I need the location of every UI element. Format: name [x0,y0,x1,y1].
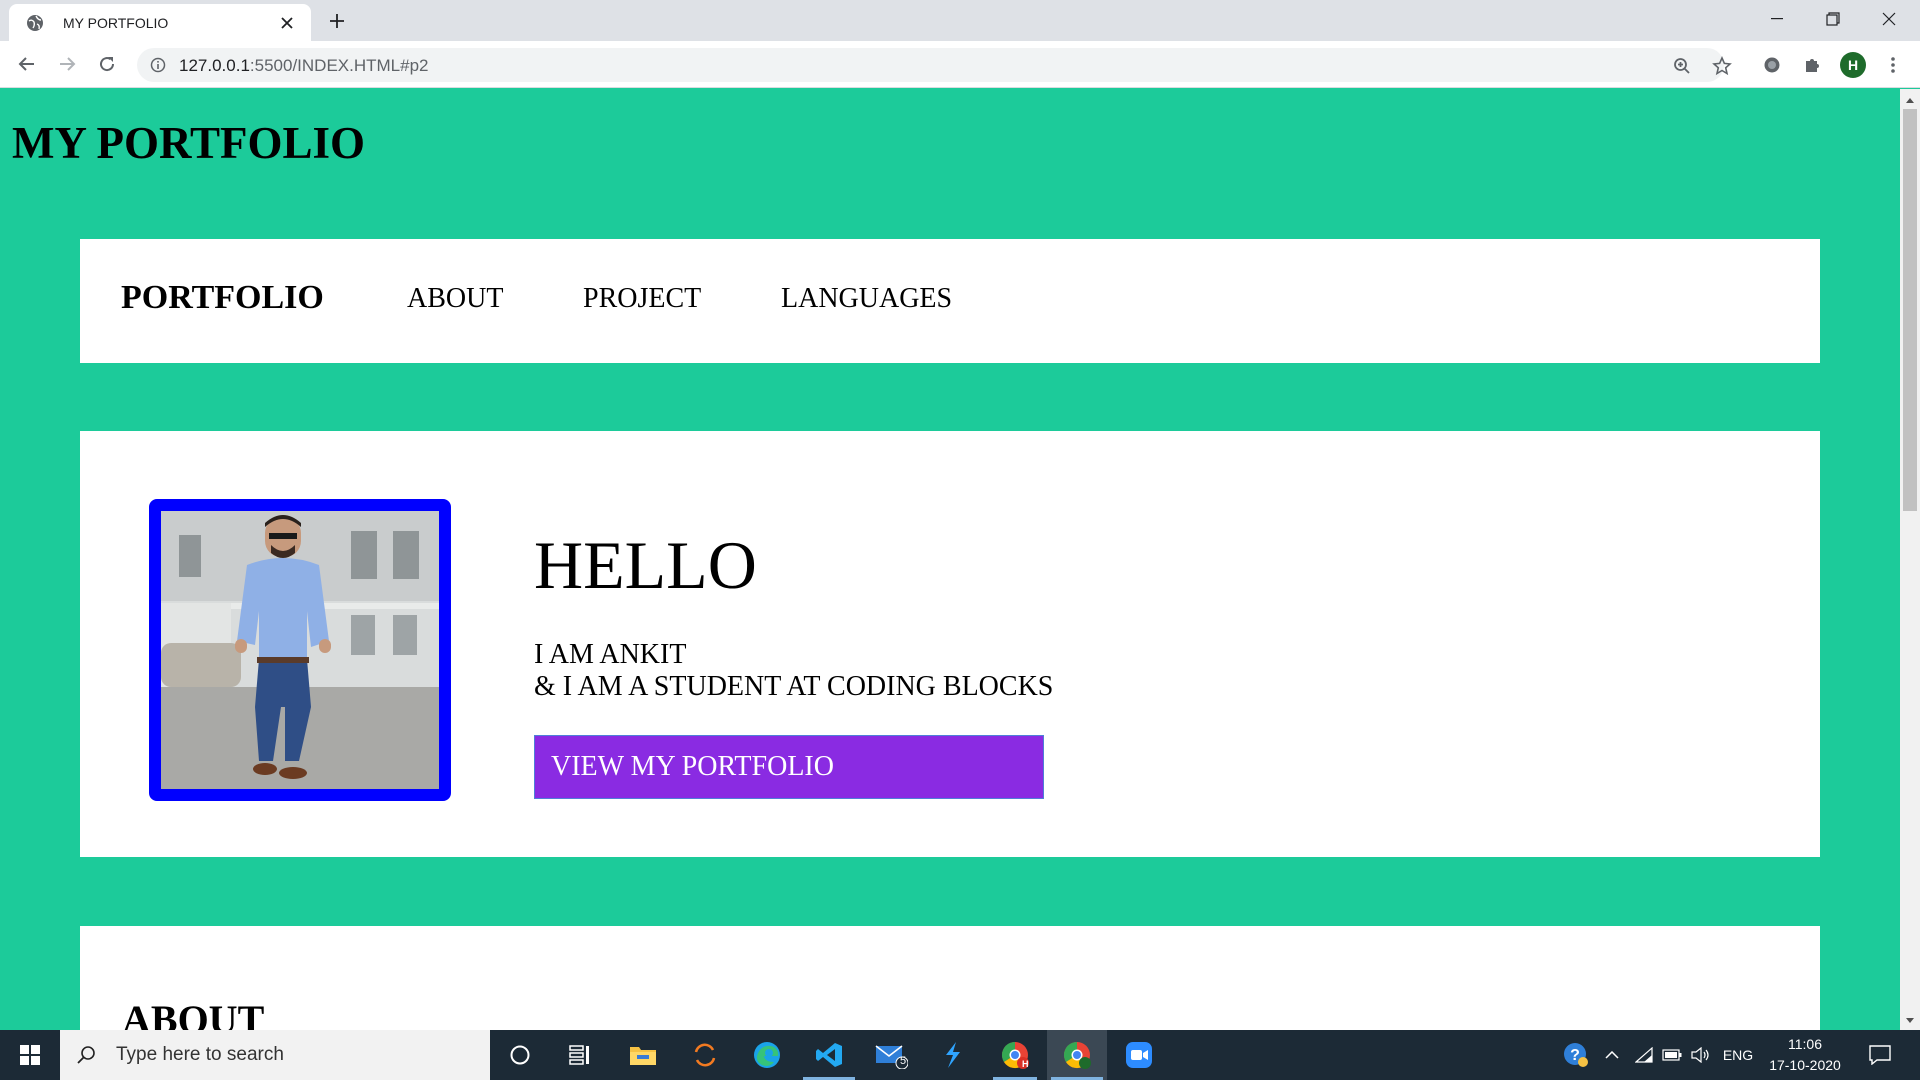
search-placeholder: Type here to search [116,1044,284,1065]
profile-avatar[interactable]: H [1840,52,1866,78]
task-view-icon[interactable] [550,1030,610,1080]
clock[interactable]: 11:06 17-10-2020 [1760,1034,1850,1076]
nav-link-project[interactable]: PROJECT [583,283,701,315]
nav-brand[interactable]: PORTFOLIO [121,279,324,317]
language-indicator[interactable]: ENG [1718,1030,1758,1080]
mail-icon[interactable]: 5 [861,1030,921,1080]
chevron-up-icon[interactable] [1600,1030,1624,1080]
sync-icon[interactable] [675,1030,735,1080]
search-icon [77,1046,95,1064]
azure-data-studio-icon[interactable] [923,1030,983,1080]
url-text: 127.0.0.1:5500/INDEX.HTML#p2 [179,56,429,75]
chrome-profile-icon[interactable]: H [985,1030,1045,1080]
hero-intro-line1: I AM ANKIT [534,639,687,670]
new-tab-icon[interactable] [326,10,348,32]
mail-badge: 5 [900,1055,907,1067]
vscode-icon[interactable] [799,1030,859,1080]
scroll-up-icon[interactable] [1903,93,1917,107]
person-photo-image [161,511,439,789]
network-icon[interactable] [1632,1030,1656,1080]
address-bar[interactable]: 127.0.0.1:5500/INDEX.HTML#p2 [137,48,1732,82]
minimize-icon[interactable] [1754,4,1800,34]
view-portfolio-button[interactable]: VIEW MY PORTFOLIO [534,735,1044,799]
scrollbar-thumb[interactable] [1903,109,1917,511]
windows-start-icon[interactable] [0,1030,60,1080]
about-heading: ABOUT [122,997,265,1030]
scroll-down-icon[interactable] [1903,1013,1917,1027]
reload-icon[interactable] [93,50,121,78]
clock-time: 11:06 [1788,1036,1822,1052]
about-section: ABOUT [80,926,1820,1030]
volume-icon[interactable] [1688,1030,1712,1080]
cortana-icon[interactable] [490,1030,550,1080]
tab-strip: MY PORTFOLIO [0,0,1920,41]
tab-title: MY PORTFOLIO [63,14,169,31]
back-arrow-icon[interactable] [13,50,41,78]
restore-icon[interactable] [1810,4,1856,34]
browser-tab[interactable]: MY PORTFOLIO [9,4,311,41]
notifications-icon[interactable] [1862,1030,1898,1080]
edge-icon[interactable] [737,1030,797,1080]
chrome-icon[interactable] [1047,1030,1107,1080]
nav-bar: PORTFOLIO ABOUT PROJECT LANGUAGES [80,239,1820,363]
clock-date: 17-10-2020 [1769,1057,1841,1073]
extensions-puzzle-icon[interactable] [1799,52,1825,78]
nav-link-languages[interactable]: LANGUAGES [781,283,952,315]
file-explorer-icon[interactable] [613,1030,673,1080]
profile-photo [149,499,451,801]
bookmark-star-icon[interactable] [1712,56,1732,76]
menu-dots-icon[interactable] [1880,52,1906,78]
taskbar-search-box[interactable]: Type here to search [60,1030,490,1080]
site-title: MY PORTFOLIO [12,118,365,168]
close-window-icon[interactable] [1866,4,1912,34]
help-icon[interactable]: ? [1560,1030,1592,1080]
taskbar: Type here to search 5 H ? ENG 11:06 17-1… [0,1030,1920,1080]
nav-link-about[interactable]: ABOUT [407,283,503,315]
site-info-icon[interactable] [150,57,166,73]
forward-arrow-icon[interactable] [53,50,81,78]
close-tab-icon[interactable] [278,14,296,32]
zoom-icon[interactable] [1672,56,1692,76]
browser-toolbar: 127.0.0.1:5500/INDEX.HTML#p2 H [0,41,1920,88]
battery-icon[interactable] [1660,1030,1684,1080]
hero-intro-line2: & I AM A STUDENT AT CODING BLOCKS [534,671,1054,702]
extension-circle-icon[interactable] [1759,52,1785,78]
hero-section: HELLO I AM ANKIT & I AM A STUDENT AT COD… [80,431,1820,857]
globe-icon [27,14,43,31]
page-viewport: MY PORTFOLIO PORTFOLIO ABOUT PROJECT LAN… [0,89,1900,1030]
hero-greeting: HELLO [534,527,757,603]
chrome-profile-badge: H [1022,1059,1029,1069]
zoom-app-icon[interactable] [1109,1030,1169,1080]
